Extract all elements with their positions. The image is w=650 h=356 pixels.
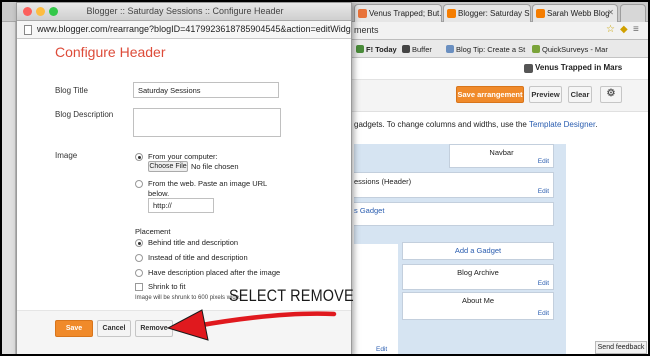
- background-address-bar: ments ☆ ◆ ≡: [352, 22, 648, 40]
- template-designer-link[interactable]: Template Designer: [529, 120, 595, 129]
- image-url-input[interactable]: http://: [148, 198, 214, 213]
- bookmark-icon: [402, 45, 410, 53]
- bookmark-item[interactable]: QuickSurveys - Mar: [532, 45, 608, 54]
- layout-canvas: Navbar Edit essions (Header) Edit s Gadg…: [354, 144, 566, 354]
- tab-label: Sarah Webb Blog: [547, 9, 610, 18]
- arrow-shaft: [193, 311, 337, 329]
- layout-editor-content: gadgets. To change columns and widths, u…: [352, 112, 648, 354]
- tab-blogger-saturday[interactable]: Blogger: Saturday Ses: [443, 4, 531, 22]
- placement-instead-radio[interactable]: [135, 254, 143, 262]
- placement-behind-radio[interactable]: [135, 239, 143, 247]
- blog-archive-gadget[interactable]: Blog Archive Edit: [402, 264, 554, 290]
- edit-link[interactable]: Edit: [538, 280, 549, 287]
- edit-link[interactable]: Edit: [538, 188, 549, 195]
- star-icon[interactable]: ☆: [606, 24, 615, 35]
- blog-description-textarea[interactable]: [133, 108, 281, 137]
- popup-window-title: Blogger :: Saturday Sessions :: Configur…: [86, 6, 284, 16]
- edit-link[interactable]: Edit: [376, 346, 387, 353]
- shrink-to-fit-checkbox[interactable]: [135, 283, 143, 291]
- clear-button[interactable]: Clear: [568, 86, 592, 103]
- blog-title-label: Blog Title: [55, 86, 88, 95]
- layout-toolbar: Save arrangement Preview Clear ⚙: [352, 80, 648, 112]
- red-arrow-icon: [166, 309, 337, 341]
- add-gadget-top[interactable]: s Gadget: [354, 202, 554, 226]
- no-file-status: No file chosen: [191, 162, 239, 171]
- new-tab-button[interactable]: [620, 4, 646, 22]
- send-feedback-button[interactable]: Send feedback: [595, 341, 647, 354]
- from-web-label: From the web. Paste an image URL: [148, 179, 268, 188]
- from-web-label-line2: below.: [148, 189, 170, 198]
- popup-address-bar: www.blogger.com/rearrange?blogID=4179923…: [17, 21, 351, 39]
- tab-label: Venus Trapped; But...: [369, 9, 442, 18]
- extension-icon[interactable]: ◆: [620, 24, 628, 35]
- blogger-favicon-icon: [358, 9, 367, 18]
- screenshot-frame: Venus Trapped; But... Blogger: Saturday …: [0, 0, 650, 356]
- layout-intro-text: gadgets. To change columns and widths, u…: [354, 120, 598, 129]
- placement-after-label: Have description placed after the image: [148, 268, 281, 277]
- shrink-to-fit-label: Shrink to fit: [148, 282, 186, 291]
- navbar-gadget[interactable]: Navbar Edit: [449, 144, 554, 168]
- placement-after-radio[interactable]: [135, 269, 143, 277]
- bookmark-icon: [446, 45, 454, 53]
- dialog-title: Configure Header: [55, 44, 166, 60]
- blogger-app-bar: Venus Trapped in Mars: [352, 58, 648, 80]
- popup-title-bar: Blogger :: Saturday Sessions :: Configur…: [17, 3, 351, 21]
- placement-label: Placement: [135, 227, 171, 236]
- blog-selector[interactable]: Venus Trapped in Mars: [535, 63, 622, 72]
- bookmark-item[interactable]: F! Today: [356, 45, 397, 54]
- main-column: [354, 244, 398, 354]
- edit-link[interactable]: Edit: [538, 158, 549, 165]
- image-label: Image: [55, 151, 78, 160]
- address-text[interactable]: ments: [354, 25, 379, 35]
- cancel-button[interactable]: Cancel: [97, 320, 131, 337]
- blog-description-label: Blog Description: [55, 110, 114, 119]
- from-web-radio[interactable]: [135, 180, 143, 188]
- blogger-favicon-icon: [447, 9, 456, 18]
- from-computer-radio[interactable]: [135, 153, 143, 161]
- about-me-gadget[interactable]: About Me Edit: [402, 292, 554, 320]
- preview-button[interactable]: Preview: [529, 86, 562, 103]
- placement-behind-label: Behind title and description: [148, 238, 239, 247]
- save-arrangement-button[interactable]: Save arrangement: [456, 86, 524, 103]
- choose-file-button[interactable]: Choose File: [148, 161, 188, 172]
- edit-link[interactable]: Edit: [538, 310, 549, 317]
- blog-icon: [524, 64, 533, 73]
- header-gadget[interactable]: essions (Header) Edit: [354, 172, 554, 198]
- spacer: [354, 230, 554, 238]
- tab-sarah-webb[interactable]: Sarah Webb Blog ✕: [532, 4, 618, 22]
- bookmark-icon: [532, 45, 540, 53]
- placement-instead-label: Instead of title and description: [148, 253, 248, 262]
- blog-title-input[interactable]: Saturday Sessions: [133, 82, 279, 98]
- popup-url-text[interactable]: www.blogger.com/rearrange?blogID=4179923…: [37, 24, 351, 34]
- tab-label: Blogger: Saturday Ses: [458, 9, 531, 18]
- close-tab-icon[interactable]: ✕: [607, 8, 614, 17]
- bookmarks-bar: F! Today Buffer Blog Tip: Create a St Qu…: [352, 40, 648, 58]
- add-gadget-sidebar[interactable]: Add a Gadget: [402, 242, 554, 260]
- bookmark-item[interactable]: Buffer: [402, 45, 432, 54]
- tab-venus-trapped[interactable]: Venus Trapped; But...: [354, 4, 442, 22]
- page-icon: [24, 25, 32, 35]
- save-button[interactable]: Save: [55, 320, 93, 337]
- settings-gear-icon[interactable]: ⚙: [600, 86, 622, 103]
- bookmark-item[interactable]: Blog Tip: Create a St: [446, 45, 525, 54]
- from-computer-label: From your computer:: [148, 152, 218, 161]
- menu-icon[interactable]: ≡: [633, 24, 639, 35]
- arrow-head: [166, 309, 209, 341]
- bookmark-icon: [356, 45, 364, 53]
- background-window-edge: [2, 22, 16, 354]
- blogger-favicon-icon: [536, 9, 545, 18]
